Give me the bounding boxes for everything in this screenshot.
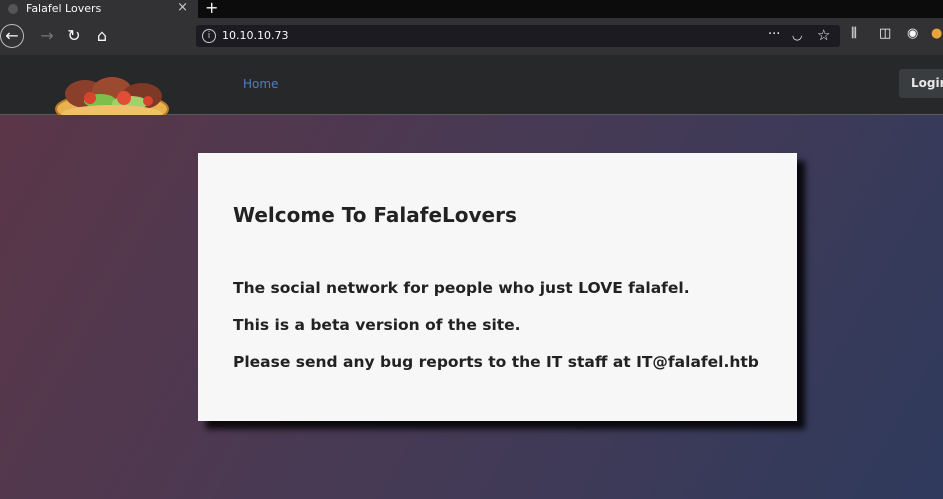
login-button[interactable]: Login	[899, 69, 943, 98]
address-bar[interactable]: i 10.10.10.73 ··· ◡ ☆	[196, 25, 840, 47]
tab-falafel-lovers[interactable]: Falafel Lovers ×	[0, 0, 198, 18]
pocket-icon[interactable]: ◡	[792, 28, 802, 42]
sidebar-icon[interactable]: ◫	[879, 26, 891, 41]
account-icon[interactable]: ◉	[907, 26, 918, 41]
site-info-icon[interactable]: i	[202, 29, 216, 43]
library-icon[interactable]: ⫼	[851, 26, 857, 41]
tab-title: Falafel Lovers	[26, 2, 102, 15]
welcome-line-1: The social network for people who just L…	[233, 279, 690, 297]
bookmark-star-icon[interactable]: ☆	[817, 26, 830, 44]
back-arrow-icon[interactable]: ←	[0, 24, 24, 48]
extension-icon[interactable]: ●	[931, 26, 942, 41]
reload-icon[interactable]: ↻	[62, 24, 86, 48]
tab-favicon-icon	[8, 4, 18, 14]
welcome-line-3: Please send any bug reports to the IT st…	[233, 353, 759, 371]
forward-arrow-icon[interactable]: →	[35, 24, 59, 48]
home-icon[interactable]: ⌂	[90, 24, 114, 48]
tab-close-icon[interactable]: ×	[177, 0, 188, 15]
welcome-title: Welcome To FalafeLovers	[233, 203, 517, 227]
new-tab-icon[interactable]: +	[205, 0, 218, 17]
welcome-line-2: This is a beta version of the site.	[233, 316, 521, 334]
nav-home-link[interactable]: Home	[243, 77, 278, 91]
url-text[interactable]: 10.10.10.73	[222, 29, 288, 42]
page-actions-icon[interactable]: ···	[768, 27, 780, 42]
tab-bar: Falafel Lovers × +	[0, 0, 943, 18]
welcome-card: Welcome To FalafeLovers The social netwo…	[198, 153, 797, 421]
